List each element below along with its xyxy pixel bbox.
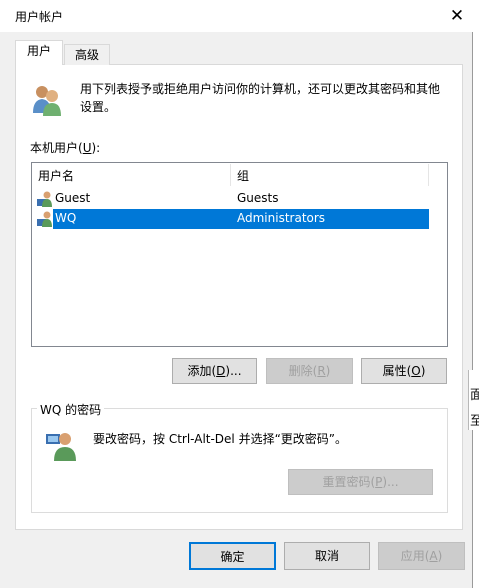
ok-button[interactable]: 确定 — [189, 542, 276, 570]
user-icon — [37, 211, 52, 227]
list-item[interactable]: Guest Guests — [32, 189, 429, 208]
tab-users[interactable]: 用户 — [15, 40, 63, 65]
background-window-edge — [473, 0, 479, 588]
cancel-button[interactable]: 取消 — [284, 542, 370, 570]
remove-button[interactable]: 删除(R) — [266, 358, 353, 384]
user-name: Guest — [55, 191, 91, 205]
background-window-fragment: 面 至 — [468, 370, 479, 430]
column-divider[interactable] — [428, 164, 429, 186]
user-group: Administrators — [237, 211, 326, 225]
intro-text: 用下列表授予或拒绝用户访问你的计算机，还可以更改其密码和其他设置。 — [80, 82, 441, 114]
password-group-box — [31, 408, 448, 513]
background-text: 至 — [470, 414, 479, 429]
password-user-icon — [46, 433, 76, 461]
title-bar: 用户帐户 ✕ — [0, 0, 473, 32]
user-group: Guests — [237, 191, 279, 205]
column-header-username[interactable]: 用户名 — [38, 167, 74, 184]
user-name: WQ — [55, 211, 77, 225]
close-button[interactable]: ✕ — [443, 2, 471, 30]
properties-button[interactable]: 属性(O) — [361, 358, 447, 384]
tab-advanced[interactable]: 高级 — [64, 44, 110, 65]
column-header-group[interactable]: 组 — [237, 167, 249, 184]
reset-password-button[interactable]: 重置密码(P)... — [288, 469, 433, 495]
password-group-label: WQ 的密码 — [37, 401, 105, 418]
password-instructions: 要改密码，按 Ctrl-Alt-Del 并选择“更改密码”。 — [93, 432, 348, 446]
users-icon — [33, 86, 61, 116]
user-icon — [37, 191, 52, 207]
background-text: 面 — [470, 388, 479, 403]
list-item-selected[interactable]: WQ Administrators — [32, 209, 429, 229]
apply-button[interactable]: 应用(A) — [378, 542, 465, 570]
window-title: 用户帐户 — [15, 10, 64, 24]
close-icon: ✕ — [449, 6, 465, 26]
column-divider[interactable] — [230, 164, 231, 186]
add-button[interactable]: 添加(D)... — [172, 358, 257, 384]
local-users-label: 本机用户(U): — [30, 141, 101, 155]
